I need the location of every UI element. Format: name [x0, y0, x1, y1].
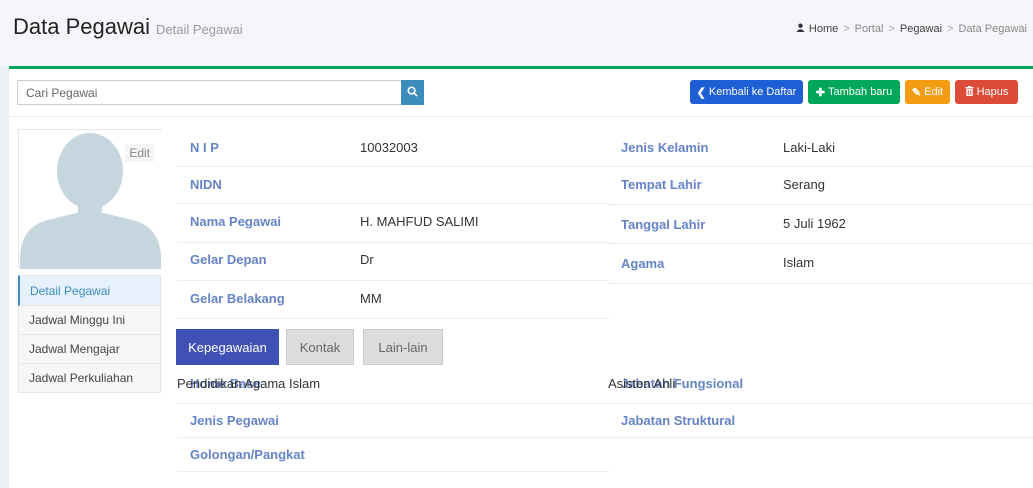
- detail-fields-right: Jenis Kelamin Laki-Laki Tempat Lahir Ser…: [608, 129, 1033, 284]
- side-menu-detail-pegawai[interactable]: Detail Pegawai: [18, 275, 161, 306]
- add-new-label: Tambah baru: [828, 86, 893, 98]
- field-row-golongan-pangkat: Golongan/Pangkat: [177, 438, 609, 472]
- delete-label: Hapus: [976, 86, 1009, 98]
- back-to-list-label: Kembali ke Daftar: [708, 86, 797, 98]
- breadcrumb-portal[interactable]: Portal: [855, 23, 884, 35]
- detail-tabs: Kepegawaian Kontak Lain-lain: [176, 327, 1033, 367]
- field-row-tanggal-lahir: Tanggal Lahir 5 Juli 1962: [608, 205, 1033, 244]
- field-value: 10032003: [360, 140, 418, 155]
- page-subtitle: Detail Pegawai: [155, 22, 243, 37]
- field-value: Islam: [783, 255, 815, 270]
- edit-photo-button[interactable]: Edit: [125, 144, 154, 162]
- field-value: H. MAHFUD SALIMI: [360, 214, 479, 229]
- side-menu-jadwal-mengajar[interactable]: Jadwal Mengajar: [18, 335, 161, 364]
- field-row-agama: Agama Islam: [608, 244, 1033, 284]
- field-label: N I P: [190, 140, 219, 155]
- toolbar-divider: [9, 116, 1033, 117]
- employment-fields-left: Home Base Pendidikan Agama Islam Jenis P…: [177, 367, 609, 472]
- edit-label: Edit: [924, 86, 944, 98]
- employment-fields-right: Jabatan Fungsional Asisten Ahli Jabatan …: [608, 367, 1033, 438]
- field-value: Asisten Ahli: [608, 376, 676, 391]
- page-title: Data Pegawai Detail Pegawai: [13, 14, 243, 40]
- field-label: Gelar Belakang: [190, 291, 285, 306]
- field-row-jabatan-struktural: Jabatan Struktural: [608, 404, 1033, 438]
- field-value: MM: [360, 291, 382, 306]
- breadcrumb-separator: >: [843, 23, 850, 35]
- detail-box: ❮ Kembali ke Daftar ✚ Tambah baru ✎ Edit…: [9, 66, 1033, 488]
- tab-lain-lain[interactable]: Lain-lain: [363, 329, 443, 365]
- page-title-text: Data Pegawai: [13, 14, 150, 39]
- home-icon: [796, 23, 805, 35]
- field-label: Tempat Lahir: [621, 177, 702, 192]
- side-menu-jadwal-minggu-ini[interactable]: Jadwal Minggu Ini: [18, 306, 161, 335]
- profile-photo-card: Edit: [18, 129, 161, 269]
- breadcrumb: Home > Portal > Pegawai > Data Pegawai: [796, 23, 1027, 35]
- field-label: Gelar Depan: [190, 252, 267, 267]
- field-label: NIDN: [190, 177, 222, 192]
- field-label: Golongan/Pangkat: [190, 447, 305, 462]
- field-label: Nama Pegawai: [190, 214, 282, 229]
- field-row-gelar-depan: Gelar Depan Dr: [177, 243, 609, 281]
- breadcrumb-current: Data Pegawai: [958, 23, 1028, 35]
- side-menu-jadwal-perkuliahan[interactable]: Jadwal Perkuliahan: [18, 364, 161, 393]
- field-label: Jenis Kelamin: [621, 140, 709, 155]
- field-row-gelar-belakang: Gelar Belakang MM: [177, 281, 609, 319]
- add-new-button[interactable]: ✚ Tambah baru: [808, 80, 900, 104]
- field-value: Dr: [360, 252, 374, 267]
- field-row-jenis-kelamin: Jenis Kelamin Laki-Laki: [608, 129, 1033, 167]
- pencil-icon: ✎: [911, 86, 922, 99]
- field-row-jabatan-fungsional: Jabatan Fungsional Asisten Ahli: [608, 367, 1033, 404]
- detail-fields-left: N I P 10032003 NIDN Nama Pegawai H. MAHF…: [177, 129, 609, 319]
- field-row-nama-pegawai: Nama Pegawai H. MAHFUD SALIMI: [177, 204, 609, 243]
- breadcrumb-home[interactable]: Home: [809, 23, 838, 35]
- breadcrumb-separator: >: [888, 23, 895, 35]
- field-value: Serang: [783, 177, 825, 192]
- field-row-home-base: Home Base Pendidikan Agama Islam: [177, 367, 609, 404]
- edit-button[interactable]: ✎ Edit: [905, 80, 950, 104]
- back-to-list-button[interactable]: ❮ Kembali ke Daftar: [690, 80, 803, 104]
- search-input[interactable]: [17, 80, 401, 105]
- tab-kepegawaian[interactable]: Kepegawaian: [176, 329, 279, 365]
- field-value: 5 Juli 1962: [783, 216, 846, 231]
- field-value: Pendidikan Agama Islam: [177, 376, 321, 391]
- breadcrumb-separator: >: [947, 23, 954, 35]
- field-label: Jabatan Struktural: [621, 413, 736, 428]
- breadcrumb-pegawai[interactable]: Pegawai: [900, 23, 942, 35]
- side-menu: Detail Pegawai Jadwal Minggu Ini Jadwal …: [18, 275, 161, 393]
- field-row-tempat-lahir: Tempat Lahir Serang: [608, 167, 1033, 205]
- field-label: Agama: [621, 256, 665, 271]
- toolbar: ❮ Kembali ke Daftar ✚ Tambah baru ✎ Edit…: [9, 80, 1033, 116]
- field-value: Laki-Laki: [783, 140, 836, 155]
- tab-kontak[interactable]: Kontak: [286, 329, 354, 365]
- search-button[interactable]: [401, 80, 424, 105]
- field-label: Jenis Pegawai: [190, 413, 279, 428]
- chevron-left-icon: ❮: [696, 86, 706, 99]
- search-group: [17, 80, 424, 105]
- delete-button[interactable]: Hapus: [955, 80, 1018, 104]
- content-header: Data Pegawai Detail Pegawai Home > Portal…: [0, 0, 1033, 66]
- search-icon: [407, 85, 418, 100]
- field-row-nidn: NIDN: [177, 167, 609, 204]
- field-row-nip: N I P 10032003: [177, 129, 609, 167]
- plus-icon: ✚: [815, 86, 825, 99]
- field-label: Tanggal Lahir: [621, 217, 706, 232]
- field-row-jenis-pegawai: Jenis Pegawai: [177, 404, 609, 438]
- trash-icon: [965, 85, 974, 99]
